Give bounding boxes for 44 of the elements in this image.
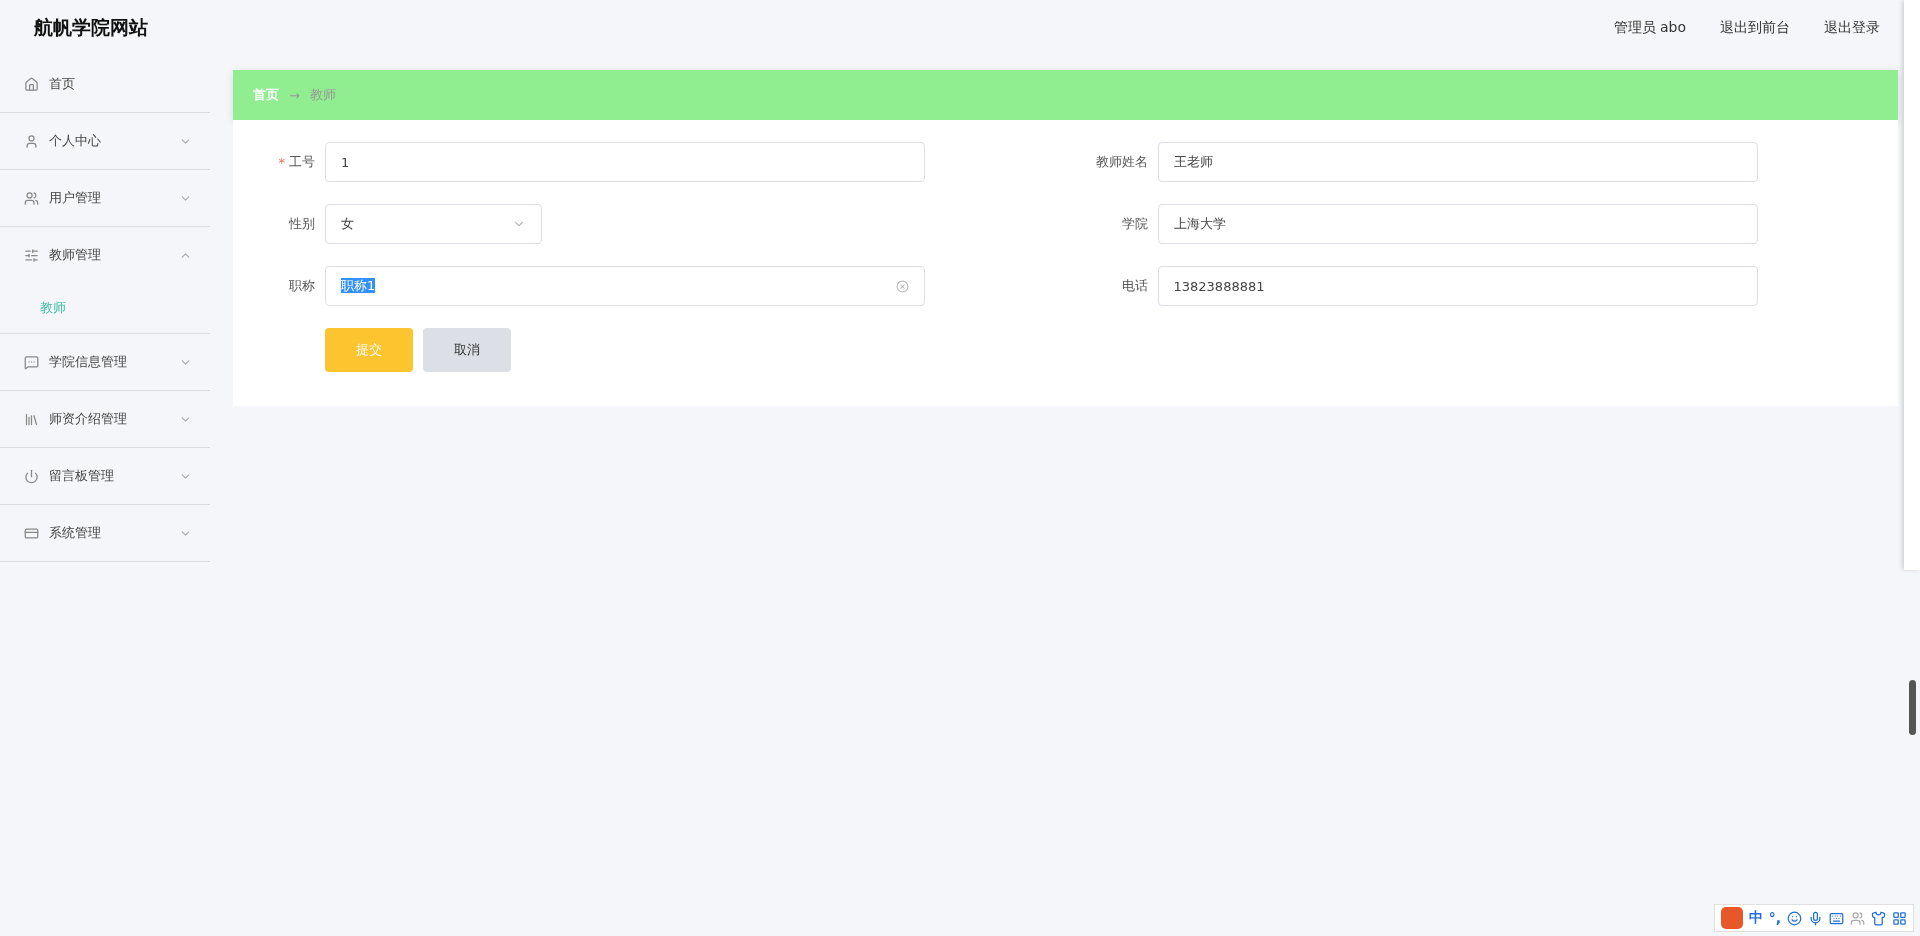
header-link[interactable]: 退出到前台 <box>1720 19 1790 37</box>
field-label: 职称 <box>289 277 315 295</box>
sidebar-item[interactable]: 系统管理 <box>0 505 210 561</box>
scrollbar[interactable] <box>1909 680 1916 735</box>
sliders-icon <box>24 247 39 263</box>
cancel-button[interactable]: 取消 <box>423 328 511 372</box>
field-label: 工号 <box>289 153 315 171</box>
input-field[interactable]: 1 <box>325 142 925 182</box>
sidebar-item[interactable]: 教师管理 <box>0 227 210 283</box>
sidebar-item[interactable]: 首页 <box>0 56 210 112</box>
header-link[interactable]: 退出登录 <box>1824 19 1880 37</box>
user-icon <box>24 133 39 149</box>
ime-logo-icon <box>1720 907 1743 929</box>
keyboard-icon[interactable] <box>1829 910 1844 926</box>
field-label: 电话 <box>1121 277 1148 295</box>
users-icon <box>24 190 39 206</box>
field-label: 学院 <box>1121 215 1148 233</box>
header-link[interactable]: 管理员 abo <box>1613 19 1686 37</box>
breadcrumb-text: 教师 <box>309 86 336 104</box>
ime-punct[interactable]: °, <box>1768 910 1781 926</box>
sidebar-item[interactable]: 师资介绍管理 <box>0 391 210 447</box>
power-icon <box>24 468 39 484</box>
select-field[interactable]: 女 <box>325 204 542 244</box>
books-icon <box>24 411 39 427</box>
site-title: 航帆学院网站 <box>34 15 148 40</box>
sidebar-item[interactable]: 留言板管理 <box>0 448 210 504</box>
sidebar-item[interactable]: 用户管理 <box>0 170 210 226</box>
input-field[interactable]: 13823888881 <box>1157 266 1758 306</box>
breadcrumb-text: → <box>289 87 300 103</box>
field-label: 性别 <box>289 215 315 233</box>
shirt-icon[interactable] <box>1871 910 1886 926</box>
sidebar-item[interactable]: 学院信息管理 <box>0 334 210 390</box>
grid-icon[interactable] <box>1892 910 1907 926</box>
input-field[interactable]: 王老师 <box>1157 142 1758 182</box>
required-mark: * <box>278 154 285 170</box>
microphone-icon[interactable] <box>1808 910 1823 926</box>
input-field[interactable]: 上海大学 <box>1157 204 1758 244</box>
smile-icon[interactable] <box>1787 910 1802 926</box>
sidebar-item[interactable]: 个人中心 <box>0 113 210 169</box>
card-icon <box>24 525 39 541</box>
ime-mode[interactable]: 中 <box>1748 909 1763 927</box>
chat-icon <box>24 354 39 370</box>
home-icon <box>24 76 39 92</box>
field-label: 教师姓名 <box>1095 153 1148 171</box>
